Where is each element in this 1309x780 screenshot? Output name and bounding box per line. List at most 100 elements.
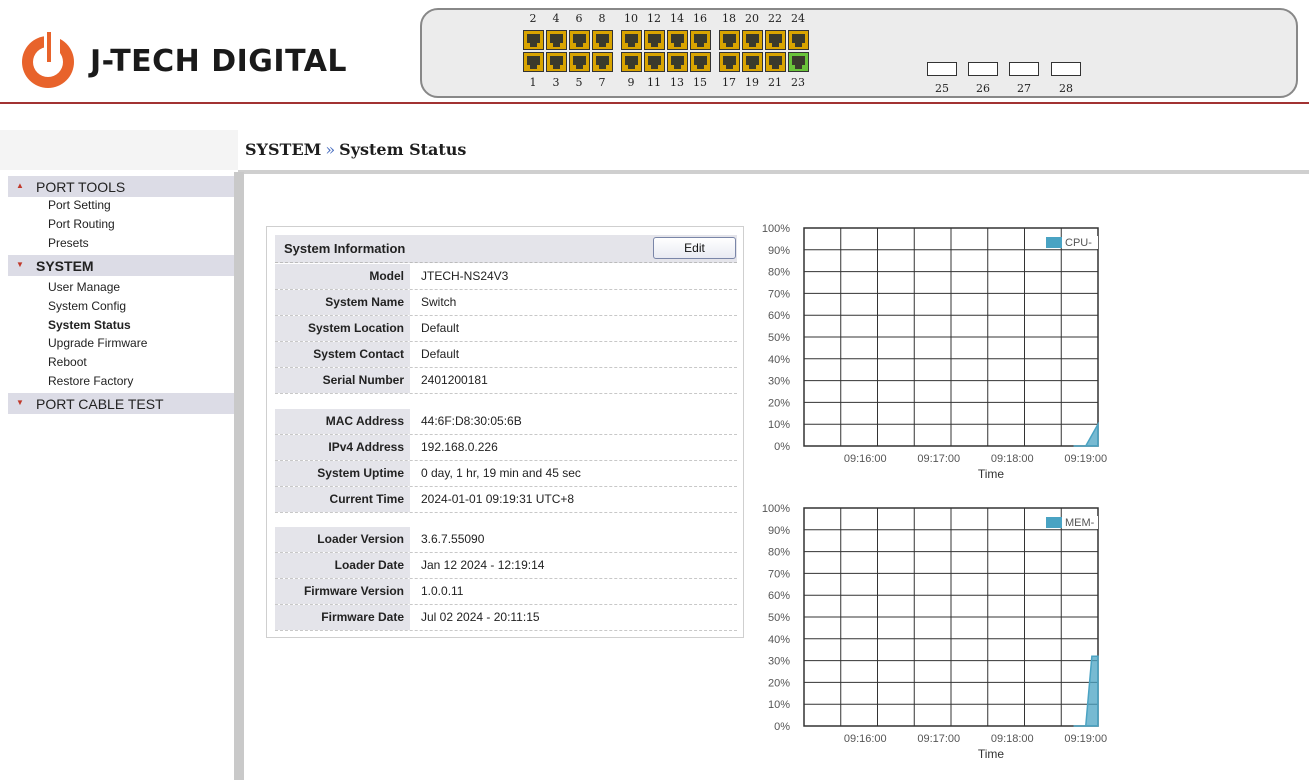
ethernet-port-8-icon[interactable] bbox=[592, 30, 613, 50]
ethernet-port-13-icon[interactable] bbox=[667, 52, 688, 72]
y-tick-label: 10% bbox=[768, 419, 790, 431]
info-value: 0 day, 1 hr, 19 min and 45 sec bbox=[421, 466, 581, 480]
sidebar-item-port-setting[interactable]: Port Setting bbox=[48, 198, 111, 212]
ethernet-port-24-icon[interactable] bbox=[788, 30, 809, 50]
info-value: Switch bbox=[421, 295, 457, 309]
sidebar-item-presets[interactable]: Presets bbox=[48, 236, 89, 250]
port-number-label: 28 bbox=[1059, 82, 1073, 95]
legend-label: MEM- bbox=[1065, 517, 1095, 529]
port-number-label: 16 bbox=[693, 12, 707, 25]
y-tick-label: 50% bbox=[768, 612, 790, 624]
info-row-loader-date: Loader Date Jan 12 2024 - 12:19:14 bbox=[275, 553, 737, 579]
ethernet-port-23-icon[interactable] bbox=[788, 52, 809, 72]
ethernet-port-3-icon[interactable] bbox=[546, 52, 567, 72]
ethernet-port-15-icon[interactable] bbox=[690, 52, 711, 72]
port-number-label: 24 bbox=[791, 12, 805, 25]
port-number-label: 7 bbox=[598, 76, 606, 89]
ethernet-port-14-icon[interactable] bbox=[667, 30, 688, 50]
sidebar-item-system-config[interactable]: System Config bbox=[48, 299, 126, 313]
ethernet-port-18-icon[interactable] bbox=[719, 30, 740, 50]
info-key: Model bbox=[275, 264, 410, 289]
y-tick-label: 70% bbox=[768, 288, 790, 300]
info-value: Default bbox=[421, 347, 460, 361]
ethernet-port-21-icon[interactable] bbox=[765, 52, 786, 72]
y-tick-label: 70% bbox=[768, 568, 790, 580]
edit-button[interactable]: Edit bbox=[653, 237, 736, 259]
panel-title: System Information bbox=[284, 241, 406, 256]
ethernet-port-7-icon[interactable] bbox=[592, 52, 613, 72]
x-tick-label: 09:18:00 bbox=[991, 733, 1034, 745]
ethernet-port-9-icon[interactable] bbox=[621, 52, 642, 72]
sidebar-item-user-manage[interactable]: User Manage bbox=[48, 280, 120, 294]
expand-arrow-icon: ▼ bbox=[16, 398, 24, 407]
ethernet-port-16-icon[interactable] bbox=[690, 30, 711, 50]
x-tick-label: 09:17:00 bbox=[917, 453, 960, 465]
ethernet-port-5-icon[interactable] bbox=[569, 52, 590, 72]
sfp-port-27-icon[interactable] bbox=[1009, 62, 1039, 76]
ethernet-port-1-icon[interactable] bbox=[523, 52, 544, 72]
ethernet-port-2-icon[interactable] bbox=[523, 30, 544, 50]
sidebar-item-upgrade-firmware[interactable]: Upgrade Firmware bbox=[48, 336, 147, 350]
x-tick-label: 09:19:00 bbox=[1064, 453, 1107, 465]
sidebar-item-system-status[interactable]: System Status bbox=[48, 318, 131, 332]
y-tick-label: 80% bbox=[768, 547, 790, 559]
sfp-port-26-icon[interactable] bbox=[968, 62, 998, 76]
info-row-firmware-version: Firmware Version 1.0.0.11 bbox=[275, 579, 737, 605]
port-number-label: 13 bbox=[670, 76, 684, 89]
sidebar-item-port-routing[interactable]: Port Routing bbox=[48, 217, 115, 231]
info-value: JTECH-NS24V3 bbox=[421, 269, 509, 283]
port-number-label: 14 bbox=[670, 12, 684, 25]
info-row-firmware-date: Firmware Date Jul 02 2024 - 20:11:15 bbox=[275, 605, 737, 631]
ethernet-port-10-icon[interactable] bbox=[621, 30, 642, 50]
ethernet-port-6-icon[interactable] bbox=[569, 30, 590, 50]
x-tick-label: 09:16:00 bbox=[844, 733, 887, 745]
ethernet-port-22-icon[interactable] bbox=[765, 30, 786, 50]
ethernet-port-19-icon[interactable] bbox=[742, 52, 763, 72]
ethernet-port-11-icon[interactable] bbox=[644, 52, 665, 72]
breadcrumb-section[interactable]: SYSTEM bbox=[245, 140, 321, 159]
ethernet-port-20-icon[interactable] bbox=[742, 30, 763, 50]
sidebar: ▲ PORT TOOLS Port Setting Port Routing P… bbox=[0, 172, 234, 780]
ethernet-port-12-icon[interactable] bbox=[644, 30, 665, 50]
info-row-system-uptime: System Uptime 0 day, 1 hr, 19 min and 45 … bbox=[275, 461, 737, 487]
sidebar-item-restore-factory[interactable]: Restore Factory bbox=[48, 374, 133, 388]
info-value: Default bbox=[421, 321, 460, 335]
y-tick-label: 10% bbox=[768, 699, 790, 711]
sfp-port-25-icon[interactable] bbox=[927, 62, 957, 76]
info-key: IPv4 Address bbox=[275, 435, 410, 460]
sidebar-splitter[interactable] bbox=[234, 172, 244, 780]
sidebar-item-reboot[interactable]: Reboot bbox=[48, 355, 87, 369]
ethernet-port-4-icon[interactable] bbox=[546, 30, 567, 50]
port-number-label: 20 bbox=[745, 12, 759, 25]
sidebar-section-port-cable-test[interactable]: ▼ PORT CABLE TEST bbox=[8, 393, 234, 414]
sfp-port-28-icon[interactable] bbox=[1051, 62, 1081, 76]
info-row-system-contact: System Contact Default bbox=[275, 342, 737, 368]
y-tick-label: 80% bbox=[768, 267, 790, 279]
cpu-usage-chart: 0% 10% 20% 30% 40% 50% 60% 70% 80% 90% 100% 09:16:0… bbox=[750, 218, 1110, 488]
port-number-label: 15 bbox=[693, 76, 707, 89]
info-row-mac-address: MAC Address 44:6F:D8:30:05:6B bbox=[275, 409, 737, 435]
sidebar-section-label: PORT CABLE TEST bbox=[36, 396, 164, 412]
sidebar-section-label: PORT TOOLS bbox=[36, 179, 126, 195]
info-row-serial-number: Serial Number 2401200181 bbox=[275, 368, 737, 394]
ethernet-port-17-icon[interactable] bbox=[719, 52, 740, 72]
collapse-arrow-icon: ▲ bbox=[16, 181, 24, 190]
port-number-label: 22 bbox=[768, 12, 782, 25]
y-tick-label: 30% bbox=[768, 376, 790, 388]
info-row-system-name: System Name Switch bbox=[275, 290, 737, 316]
brand-name: J-TECH DIGITAL bbox=[90, 44, 348, 79]
port-number-label: 2 bbox=[529, 12, 537, 25]
expand-arrow-icon: ▼ bbox=[16, 260, 24, 269]
info-row-model: Model JTECH-NS24V3 bbox=[275, 264, 737, 290]
info-value: 1.0.0.11 bbox=[421, 584, 464, 598]
system-information-header: System Information Edit bbox=[275, 235, 737, 263]
info-key: Firmware Date bbox=[275, 605, 410, 630]
sidebar-section-port-tools[interactable]: ▲ PORT TOOLS bbox=[8, 176, 234, 197]
x-tick-label: 09:18:00 bbox=[991, 453, 1034, 465]
port-number-label: 9 bbox=[627, 76, 635, 89]
title-divider bbox=[238, 170, 1309, 174]
page-title: System Status bbox=[339, 140, 467, 159]
sidebar-section-system[interactable]: ▼ SYSTEM bbox=[8, 255, 234, 276]
port-number-label: 4 bbox=[552, 12, 560, 25]
x-axis-title: Time bbox=[978, 747, 1005, 761]
